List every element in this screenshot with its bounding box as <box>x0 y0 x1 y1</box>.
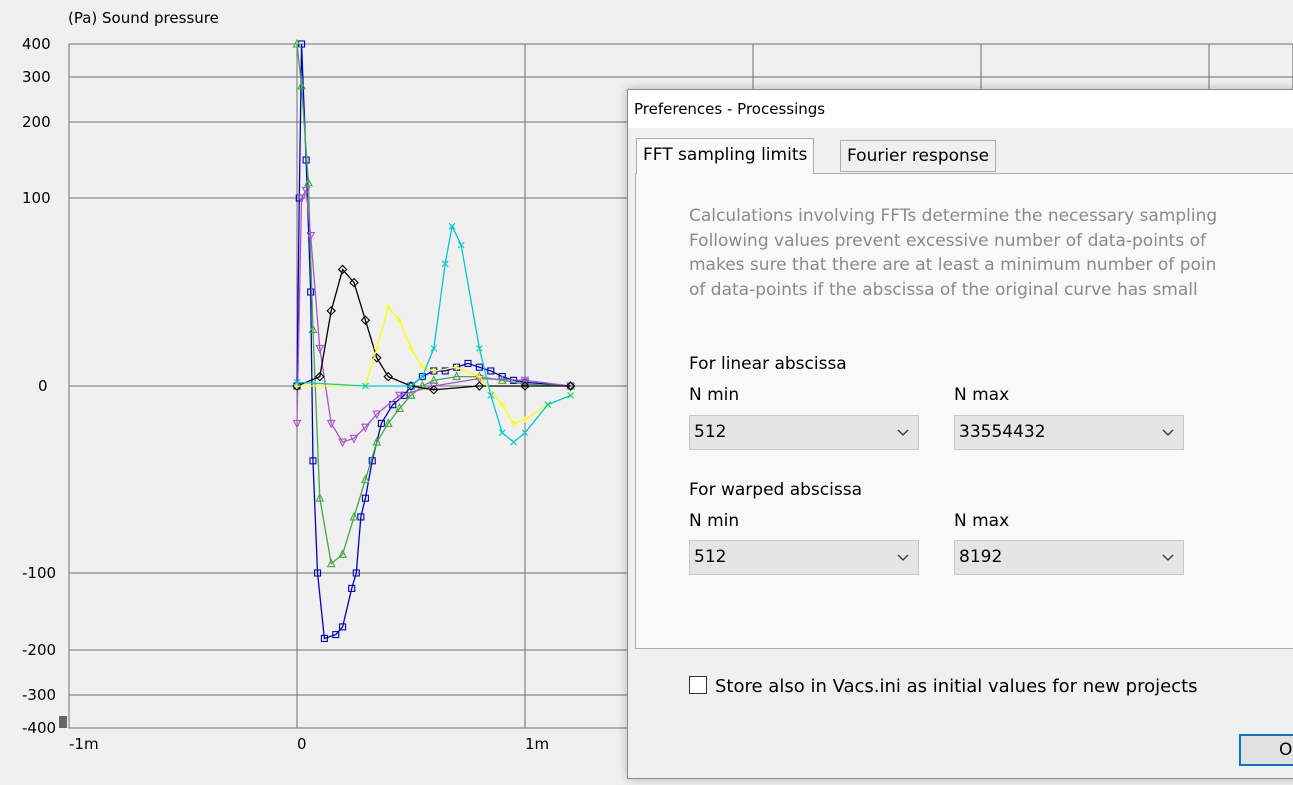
warped-nmax-value: 8192 <box>959 547 1003 567</box>
store-ini-checkbox[interactable] <box>689 676 707 694</box>
linear-nmin-select[interactable]: 512 <box>689 415 919 450</box>
y-tick-label: 100 <box>22 189 51 207</box>
description-line: makes sure that there are at least a min… <box>689 255 1217 275</box>
description-line: Following values prevent excessive numbe… <box>689 230 1206 251</box>
y-tick-label: 400 <box>22 35 51 53</box>
warped-abscissa-heading: For warped abscissa <box>689 480 862 500</box>
chevron-down-icon <box>1162 554 1174 561</box>
y-tick-label: 0 <box>38 377 48 395</box>
linear-nmax-value: 33554432 <box>959 422 1046 442</box>
y-tick-label: -200 <box>22 641 56 659</box>
scroll-handle[interactable] <box>59 716 67 728</box>
y-tick-label: -300 <box>22 686 56 704</box>
chevron-down-icon <box>897 429 909 436</box>
x-tick-label: 0 <box>297 735 307 753</box>
preferences-dialog: Preferences - Processings FFT sampling l… <box>627 89 1293 779</box>
linear-abscissa-heading: For linear abscissa <box>689 354 847 374</box>
y-tick-label: 200 <box>22 113 51 131</box>
chevron-down-icon <box>1162 429 1174 436</box>
linear-nmin-label: N min <box>689 385 740 405</box>
x-tick-label: -1m <box>69 735 99 753</box>
warped-nmin-value: 512 <box>694 547 727 567</box>
tab-fourier-response[interactable]: Fourier response <box>840 140 997 172</box>
y-axis-ticks: 400 300 200 100 0 -100 -200 -300 -400 <box>22 35 56 737</box>
y-tick-label: 300 <box>22 68 51 86</box>
store-ini-checkbox-label: Store also in Vacs.ini as initial values… <box>715 676 1198 697</box>
linear-nmax-select[interactable]: 33554432 <box>954 415 1184 450</box>
store-ini-checkbox-row[interactable]: Store also in Vacs.ini as initial values… <box>689 676 1198 697</box>
chart-title: (Pa) Sound pressure <box>68 9 219 27</box>
ok-button[interactable]: O <box>1239 734 1293 766</box>
linear-nmax-label: N max <box>954 385 1010 405</box>
x-tick-label: 1m <box>525 735 549 753</box>
tab-fft-sampling-limits[interactable]: FFT sampling limits <box>636 138 815 174</box>
x-axis-ticks: -1m 0 1m <box>69 735 549 753</box>
warped-nmax-select[interactable]: 8192 <box>954 540 1184 575</box>
warped-nmin-select[interactable]: 512 <box>689 540 919 575</box>
warped-nmin-label: N min <box>689 511 740 531</box>
warped-nmax-label: N max <box>954 511 1010 531</box>
chevron-down-icon <box>897 554 909 561</box>
description-text: Calculations involving FFTs determine th… <box>689 204 1293 302</box>
y-tick-label: -100 <box>22 564 56 582</box>
linear-nmin-value: 512 <box>694 422 727 442</box>
y-tick-label: -400 <box>22 719 56 737</box>
dialog-title: Preferences - Processings <box>628 90 1293 128</box>
description-line: of data-points if the abscissa of the or… <box>689 279 1198 300</box>
description-line: Calculations involving FFTs determine th… <box>689 206 1218 226</box>
